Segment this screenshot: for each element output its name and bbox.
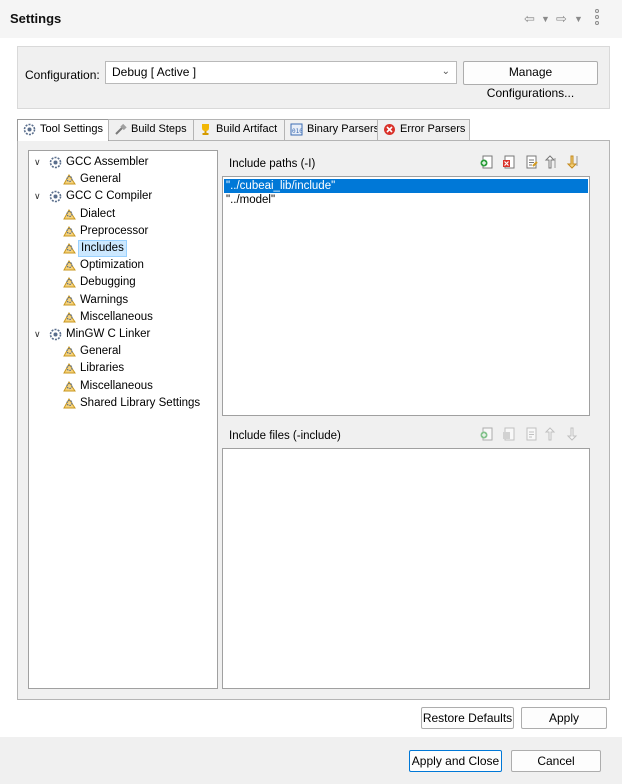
tab-error-parsers[interactable]: Error Parsers: [377, 119, 470, 140]
expand-chevron-icon[interactable]: ∨: [34, 188, 44, 205]
move-down-icon[interactable]: [566, 427, 580, 441]
option-category-icon: [63, 242, 76, 255]
apply-and-close-button[interactable]: Apply and Close: [409, 750, 502, 772]
gear-icon: [23, 123, 36, 136]
option-category-icon: [63, 362, 76, 375]
error-icon: [384, 124, 395, 135]
tree-item-label: Libraries: [80, 362, 125, 375]
option-category-icon: [63, 345, 76, 358]
page-title: Settings: [10, 11, 62, 26]
tab-label: Error Parsers: [400, 123, 466, 135]
tab-label: Tool Settings: [40, 123, 103, 135]
include-files-list[interactable]: [222, 448, 590, 689]
forward-arrow-icon[interactable]: ⇨: [556, 11, 567, 27]
tool-gear-icon: [49, 190, 62, 203]
option-category-icon: [63, 294, 76, 307]
tab-build-steps[interactable]: Build Steps: [108, 119, 194, 140]
option-category-icon: [63, 259, 76, 272]
tree-item-label: Shared Library Settings: [80, 396, 201, 409]
option-category-icon: [63, 311, 76, 324]
tree-item-label: Miscellaneous: [80, 310, 153, 323]
svg-text:010: 010: [292, 128, 303, 135]
tree-item-label: Optimization: [80, 259, 144, 272]
tab-build-artifact[interactable]: Build Artifact: [193, 119, 285, 140]
tool-gear-icon: [49, 328, 62, 341]
trophy-icon: [202, 124, 209, 135]
tree-item-label: GCC Assembler: [66, 156, 149, 168]
tab-label: Build Steps: [131, 123, 187, 135]
delete-icon[interactable]: [502, 427, 516, 441]
chevron-down-icon: ⌄: [441, 66, 450, 77]
binary-icon: 010: [290, 123, 303, 136]
tree-item-label: GCC C Compiler: [66, 190, 153, 203]
tree-item-label: Debugging: [80, 276, 136, 289]
tab-label: Build Artifact: [216, 123, 278, 135]
tree-item-label: General: [80, 345, 121, 358]
tree-item-label: Includes: [78, 240, 127, 257]
option-category-icon: [63, 380, 76, 393]
back-history-dropdown-icon[interactable]: ▼: [541, 14, 550, 24]
apply-button[interactable]: Apply: [521, 707, 607, 729]
add-icon[interactable]: [480, 427, 494, 441]
move-up-icon[interactable]: [544, 427, 558, 441]
move-up-icon[interactable]: [544, 155, 558, 169]
option-category-icon: [63, 225, 76, 238]
edit-icon[interactable]: [524, 427, 538, 441]
list-item[interactable]: "../model": [224, 193, 588, 207]
include-paths-toolbar: [480, 155, 590, 171]
edit-icon[interactable]: [524, 155, 538, 169]
expand-chevron-icon[interactable]: ∨: [34, 326, 44, 343]
configuration-label: Configuration:: [25, 68, 100, 82]
restore-defaults-button[interactable]: Restore Defaults: [421, 707, 514, 729]
tree-item-label: Warnings: [80, 293, 129, 306]
tab-label: Binary Parsers: [307, 123, 380, 135]
tree-item-label: MinGW C Linker: [66, 328, 151, 340]
back-arrow-icon[interactable]: ⇦: [524, 11, 535, 27]
include-paths-list[interactable]: [222, 176, 590, 416]
tree-item-label: Miscellaneous: [80, 379, 153, 392]
include-files-title: Include files (-include): [229, 430, 341, 442]
tree-item-label: Dialect: [80, 207, 116, 220]
configuration-select[interactable]: Debug [ Active ] ⌄: [105, 61, 457, 84]
configuration-value: Debug [ Active ]: [112, 65, 197, 79]
list-item[interactable]: "../cubeai_lib/include": [224, 179, 588, 193]
option-category-icon: [63, 208, 76, 221]
move-down-icon[interactable]: [566, 155, 580, 169]
include-paths-title: Include paths (-I): [229, 158, 316, 170]
option-category-icon: [63, 276, 76, 289]
manage-configurations-button[interactable]: Manage Configurations...: [463, 61, 598, 100]
tab-binary-parsers[interactable]: 010 Binary Parsers: [284, 119, 380, 140]
tab-tool-settings[interactable]: Tool Settings: [17, 119, 109, 141]
tree-item-label: General: [80, 173, 121, 186]
tool-gear-icon: [49, 156, 62, 169]
add-icon[interactable]: [480, 155, 494, 169]
forward-history-dropdown-icon[interactable]: ▼: [574, 14, 583, 24]
option-category-icon: [63, 173, 76, 186]
cancel-button[interactable]: Cancel: [511, 750, 601, 772]
view-menu-icon[interactable]: [593, 9, 603, 27]
hammer-icon: [115, 123, 127, 135]
delete-icon[interactable]: [502, 155, 516, 169]
option-category-icon: [63, 397, 76, 410]
expand-chevron-icon[interactable]: ∨: [34, 154, 44, 171]
tree-item-label: Preprocessor: [80, 224, 149, 237]
include-files-toolbar: [480, 427, 590, 443]
